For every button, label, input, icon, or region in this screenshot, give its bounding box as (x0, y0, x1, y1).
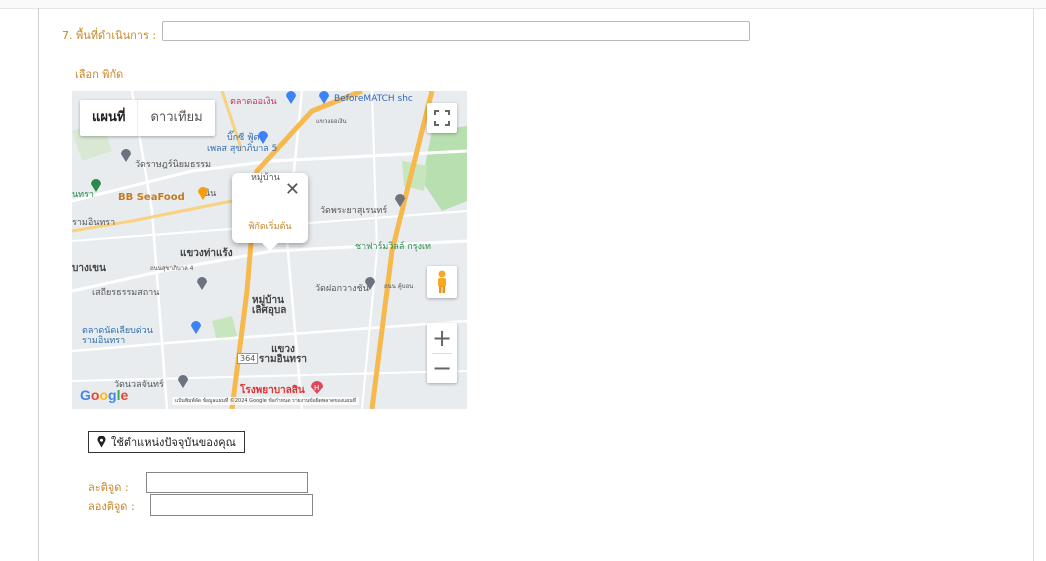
map-label: แขวงออเงิน (316, 118, 347, 125)
zoom-out-button[interactable]: − (427, 353, 457, 383)
map-label: ชาฟาร์มวิลล์ กรุงเท (355, 242, 431, 252)
use-current-location-button[interactable]: ใช้ตำแหน่งปัจจุบันของคุณ (88, 431, 245, 453)
map-pin-icon (365, 277, 375, 290)
longitude-label: ลองติจูด : (88, 500, 135, 513)
map-type-satellite[interactable]: ดาวเทียม (138, 100, 214, 136)
map-type-map[interactable]: แผนที่ (80, 100, 139, 136)
pick-location-label: เลือก พิกัด (75, 68, 124, 81)
zoom-separator (432, 353, 452, 354)
map-label: ถนน คู้บอน (384, 283, 414, 290)
top-divider (0, 0, 1046, 9)
map-pin-icon (258, 131, 268, 144)
map-pin-icon (178, 375, 188, 388)
map-pin-icon (121, 149, 131, 162)
info-window-text: พิกัดเริ่มต้น (248, 222, 292, 232)
map-type-switch[interactable]: แผนที่ ดาวเทียม (80, 100, 215, 136)
map-label: วัดฝอกวางชัน (315, 284, 369, 294)
fullscreen-button[interactable] (427, 103, 457, 133)
fullscreen-icon (434, 110, 450, 126)
map-pin-icon (286, 91, 296, 104)
panel-right-border (1033, 8, 1034, 561)
map-label: แขวงท่าแร้ง (180, 248, 233, 259)
map-pin-icon (191, 321, 201, 334)
map-pin-icon (91, 179, 101, 192)
field7-input[interactable] (162, 21, 750, 41)
street-view-button[interactable] (427, 266, 457, 298)
map-label: เสถียรธรรมสถาน (92, 288, 160, 298)
close-icon[interactable]: ✕ (285, 179, 300, 200)
hospital-pin-icon: H (311, 381, 323, 394)
map-pin-icon (198, 187, 208, 200)
map-attribution[interactable]: แป้นพิมพ์ลัด ข้อมูลแผนที่ ©2024 Google ข… (172, 397, 360, 405)
map-label: โรงพยาบาลสิน (240, 385, 305, 396)
map-label: BB SeaFood (118, 192, 185, 203)
longitude-input[interactable] (150, 494, 313, 516)
map-label: วัดพระยาสุเรนทร์ (320, 206, 388, 216)
map-pin-icon (395, 194, 405, 207)
map-label: แขวง รามอินทรา (259, 344, 307, 365)
map-label: ตลาดออเงิน (230, 97, 277, 107)
map-label: 364 (237, 353, 259, 364)
map-label: หมู่บ้าน (251, 173, 280, 183)
map-pin-icon (197, 277, 207, 290)
zoom-controls: + − (427, 323, 457, 383)
google-logo: Google (80, 387, 129, 403)
map-label: ตลาดนัดเลียบด่วน รามอินทรา (82, 326, 153, 346)
map-label: BeforeMATCH shc (334, 94, 413, 104)
map-label: บางเขน (72, 263, 106, 274)
map-label: ถนนสุขาภิบาล 4 (150, 265, 194, 272)
zoom-in-button[interactable]: + (427, 323, 457, 353)
map-label: หมู่บ้าน เลิศอุบล (252, 295, 287, 316)
pegman-icon (438, 270, 446, 293)
map-label: วัดราษฎร์นิยมธรรม (135, 160, 212, 170)
location-pin-icon (97, 436, 106, 448)
svg-text:H: H (314, 384, 319, 392)
map-label: รามอินทรา (72, 218, 116, 228)
field7-label: 7. พื้นที่ดำเนินการ : (62, 29, 157, 42)
use-location-label: ใช้ตำแหน่งปัจจุบันของคุณ (111, 436, 236, 449)
panel-left-border (38, 8, 39, 561)
latitude-label: ละติจูด : (88, 481, 129, 494)
map-pin-icon (319, 91, 329, 104)
map-view[interactable]: แผนที่ ดาวเทียม + − ✕ พิกัดเริ่มต้น ตลาด… (72, 91, 467, 409)
latitude-input[interactable] (146, 472, 308, 493)
